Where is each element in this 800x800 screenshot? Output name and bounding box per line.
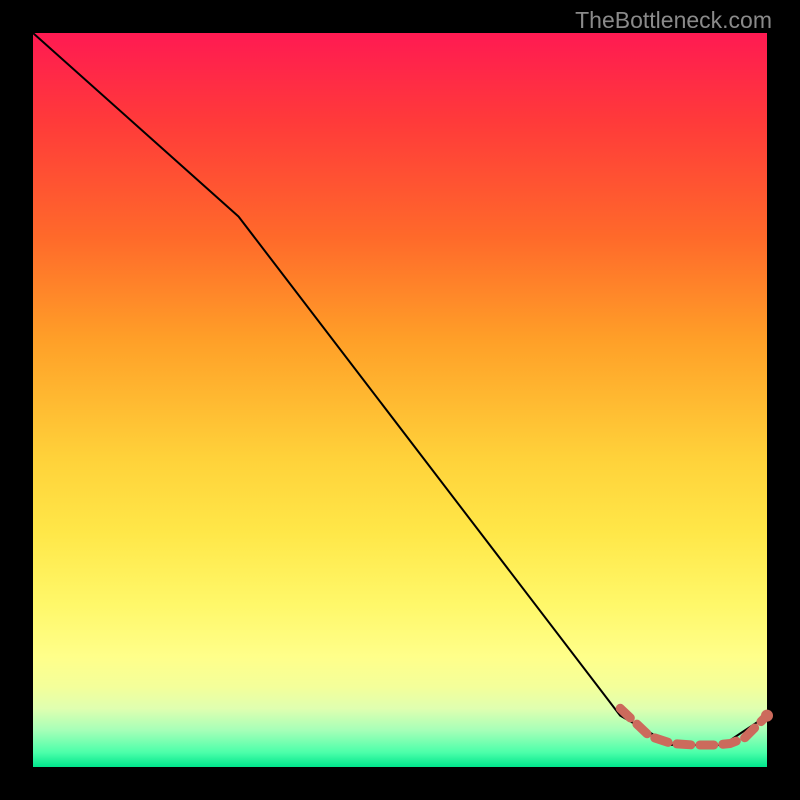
main-curve-path [33,33,767,745]
chart-svg [33,33,767,767]
highlight-dashed-line [620,708,767,745]
chart-plot-area [33,33,767,767]
highlight-segment-path [620,708,773,745]
watermark-text: TheBottleneck.com [575,7,772,34]
highlight-end-dot [761,710,773,722]
chart-frame: TheBottleneck.com [0,0,800,800]
